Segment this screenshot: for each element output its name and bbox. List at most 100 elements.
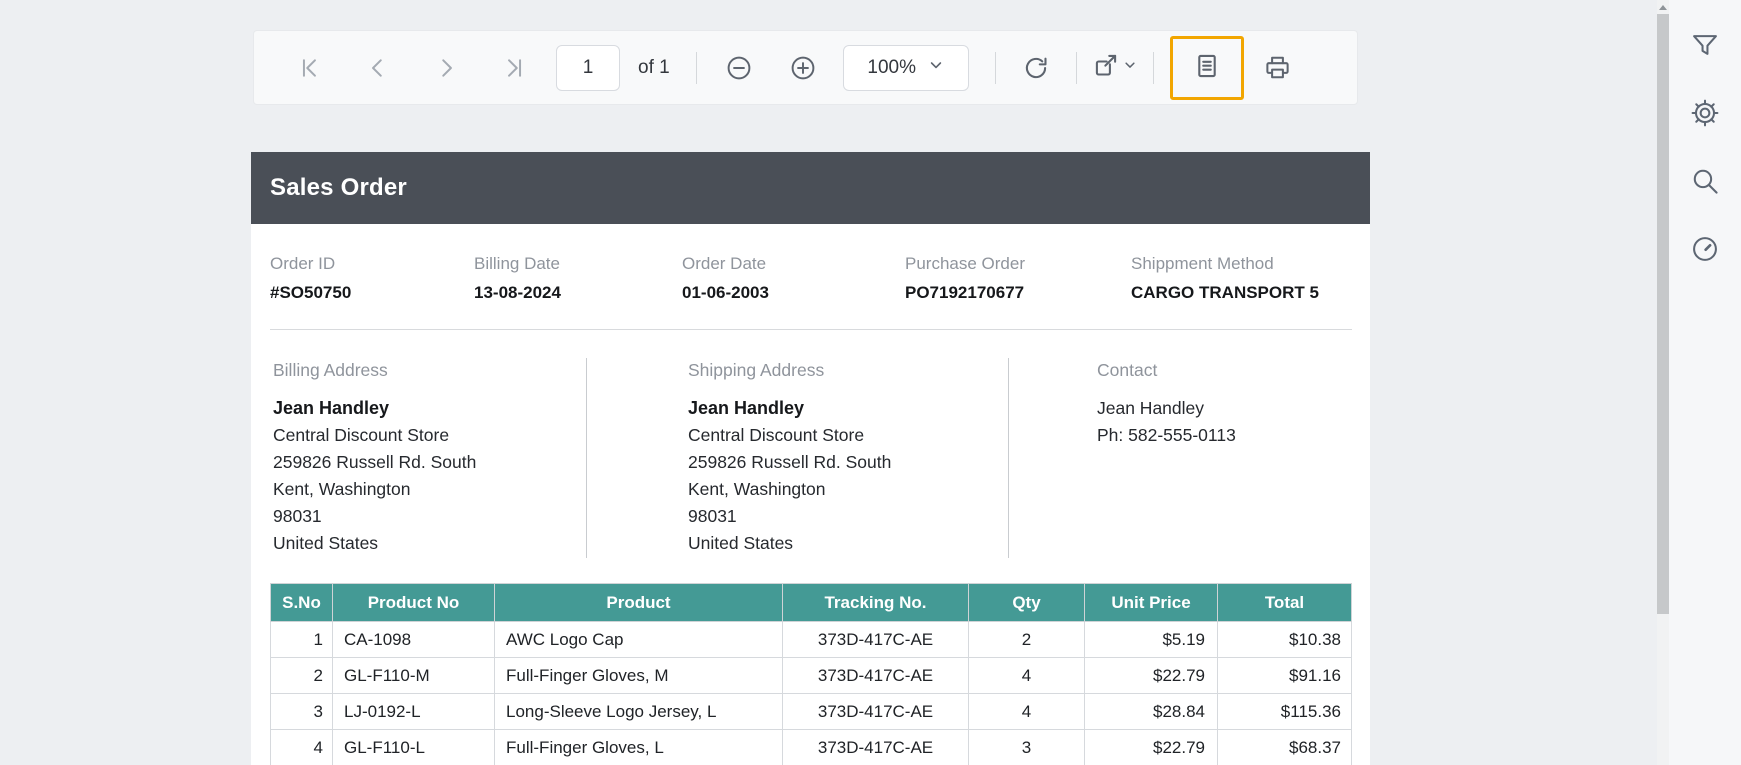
col-header-sno: S.No: [270, 583, 333, 622]
last-page-button[interactable]: [494, 48, 534, 88]
cell-product-no: CA-1098: [332, 621, 495, 658]
contact-block: Contact Jean Handley Ph: 582-555-0113: [1097, 360, 1236, 449]
billing-address-line: Kent, Washington: [273, 479, 411, 499]
cell-qty: 2: [968, 621, 1085, 658]
first-page-button[interactable]: [290, 48, 330, 88]
section-divider: [270, 329, 1352, 330]
search-icon: [1690, 166, 1720, 199]
col-header-unit-price: Unit Price: [1084, 583, 1218, 622]
cell-total: $10.38: [1217, 621, 1352, 658]
refresh-button[interactable]: [1016, 48, 1056, 88]
cell-sno: 3: [270, 693, 333, 730]
billing-address-block: Billing Address Jean Handley Central Dis…: [273, 360, 476, 557]
shipping-address-line: Central Discount Store: [688, 425, 865, 445]
report-title-bar: Sales Order: [251, 152, 1370, 224]
settings-gear-icon: [1690, 98, 1720, 131]
vertical-divider: [1008, 358, 1009, 558]
billing-address-line: 98031: [273, 506, 322, 526]
next-page-icon: [435, 57, 457, 79]
order-id-field: Order ID #SO50750: [270, 254, 351, 303]
zoom-in-button[interactable]: [783, 48, 823, 88]
report-title: Sales Order: [270, 174, 407, 201]
shipping-address-heading: Shipping Address: [688, 360, 825, 380]
cell-total: $68.37: [1217, 729, 1352, 765]
page-number-input[interactable]: [556, 44, 620, 91]
vertical-divider: [586, 358, 587, 558]
cell-product-no: LJ-0192-L: [332, 693, 495, 730]
shipping-address-block: Shipping Address Jean Handley Central Di…: [688, 360, 891, 557]
toolbar-divider: [1152, 51, 1154, 84]
first-page-icon: [299, 57, 321, 79]
cell-unit-price: $22.79: [1084, 729, 1218, 765]
shipping-address-line: Kent, Washington: [688, 479, 826, 499]
previous-page-icon: [367, 57, 389, 79]
shipment-method-value: CARGO TRANSPORT 5: [1131, 283, 1319, 302]
table-row: 4 GL-F110-L Full-Finger Gloves, L 373D-4…: [270, 729, 1352, 765]
print-layout-button-highlighted[interactable]: [1169, 35, 1244, 100]
viewer-side-panel: [1669, 0, 1741, 765]
cell-unit-price: $28.84: [1084, 693, 1218, 730]
purchase-order-value: PO7192170677: [905, 283, 1025, 302]
zoom-out-button[interactable]: [719, 48, 759, 88]
col-header-tracking: Tracking No.: [782, 583, 969, 622]
cell-unit-price: $22.79: [1084, 657, 1218, 694]
vertical-scrollbar[interactable]: [1657, 0, 1669, 765]
chevron-down-icon: [928, 57, 944, 79]
billing-address-name: Jean Handley: [273, 398, 390, 418]
table-row: 1 CA-1098 AWC Logo Cap 373D-417C-AE 2 $5…: [270, 621, 1352, 658]
settings-button[interactable]: [1683, 92, 1727, 136]
cell-tracking: 373D-417C-AE: [782, 693, 969, 730]
cell-tracking: 373D-417C-AE: [782, 621, 969, 658]
billing-address-line: United States: [273, 533, 379, 553]
toolbar-divider: [695, 51, 697, 84]
contact-name: Jean Handley: [1097, 398, 1205, 418]
export-dropdown-button[interactable]: [1093, 52, 1137, 83]
order-date-label: Order Date: [682, 254, 767, 273]
zoom-level-value: 100%: [867, 56, 916, 78]
order-items-table: S.No Product No Product Tracking No. Qty…: [270, 583, 1352, 765]
col-header-product: Product: [494, 583, 783, 622]
cell-product: Full-Finger Gloves, M: [494, 657, 783, 694]
shipping-address-line: 98031: [688, 506, 737, 526]
zoom-level-dropdown[interactable]: 100%: [842, 44, 969, 91]
parameters-filter-button[interactable]: [1683, 24, 1727, 68]
col-header-qty: Qty: [968, 583, 1085, 622]
chevron-down-icon: [1123, 58, 1137, 77]
table-row: 3 LJ-0192-L Long-Sleeve Logo Jersey, L 3…: [270, 693, 1352, 730]
cell-product: Long-Sleeve Logo Jersey, L: [494, 693, 783, 730]
shipping-address-line: 259826 Russell Rd. South: [688, 452, 892, 472]
order-id-label: Order ID: [270, 254, 336, 273]
billing-date-value: 13-08-2024: [474, 283, 561, 302]
cell-tracking: 373D-417C-AE: [782, 729, 969, 765]
cell-qty: 4: [968, 657, 1085, 694]
shipment-method-field: Shippment Method CARGO TRANSPORT 5: [1131, 254, 1319, 303]
previous-page-button[interactable]: [358, 48, 398, 88]
toolbar-divider: [1075, 51, 1077, 84]
purchase-order-field: Purchase Order PO7192170677: [905, 254, 1025, 303]
toolbar-divider: [994, 51, 996, 84]
performance-button[interactable]: [1683, 228, 1727, 272]
report-page: Sales Order Order ID #SO50750 Billing Da…: [251, 152, 1370, 765]
cell-product-no: GL-F110-L: [332, 729, 495, 765]
cell-sno: 4: [270, 729, 333, 765]
cell-total: $115.36: [1217, 693, 1352, 730]
contact-phone: Ph: 582-555-0113: [1097, 425, 1236, 445]
contact-heading: Contact: [1097, 360, 1158, 380]
scrollbar-up-arrow-icon[interactable]: [1657, 0, 1669, 14]
shipment-method-label: Shippment Method: [1131, 254, 1274, 273]
search-button[interactable]: [1683, 160, 1727, 204]
next-page-button[interactable]: [426, 48, 466, 88]
table-row: 2 GL-F110-M Full-Finger Gloves, M 373D-4…: [270, 657, 1352, 694]
shipping-address-line: United States: [688, 533, 794, 553]
scrollbar-thumb[interactable]: [1657, 14, 1669, 614]
order-date-value: 01-06-2003: [682, 283, 769, 302]
print-button[interactable]: [1258, 48, 1298, 88]
billing-address-heading: Billing Address: [273, 360, 388, 380]
billing-address-line: 259826 Russell Rd. South: [273, 452, 477, 472]
filter-icon: [1690, 30, 1720, 63]
billing-date-field: Billing Date 13-08-2024: [474, 254, 561, 303]
zoom-in-icon: [790, 55, 816, 81]
cell-total: $91.16: [1217, 657, 1352, 694]
shipping-address-name: Jean Handley: [688, 398, 805, 418]
page-count-label: of 1: [638, 56, 670, 78]
